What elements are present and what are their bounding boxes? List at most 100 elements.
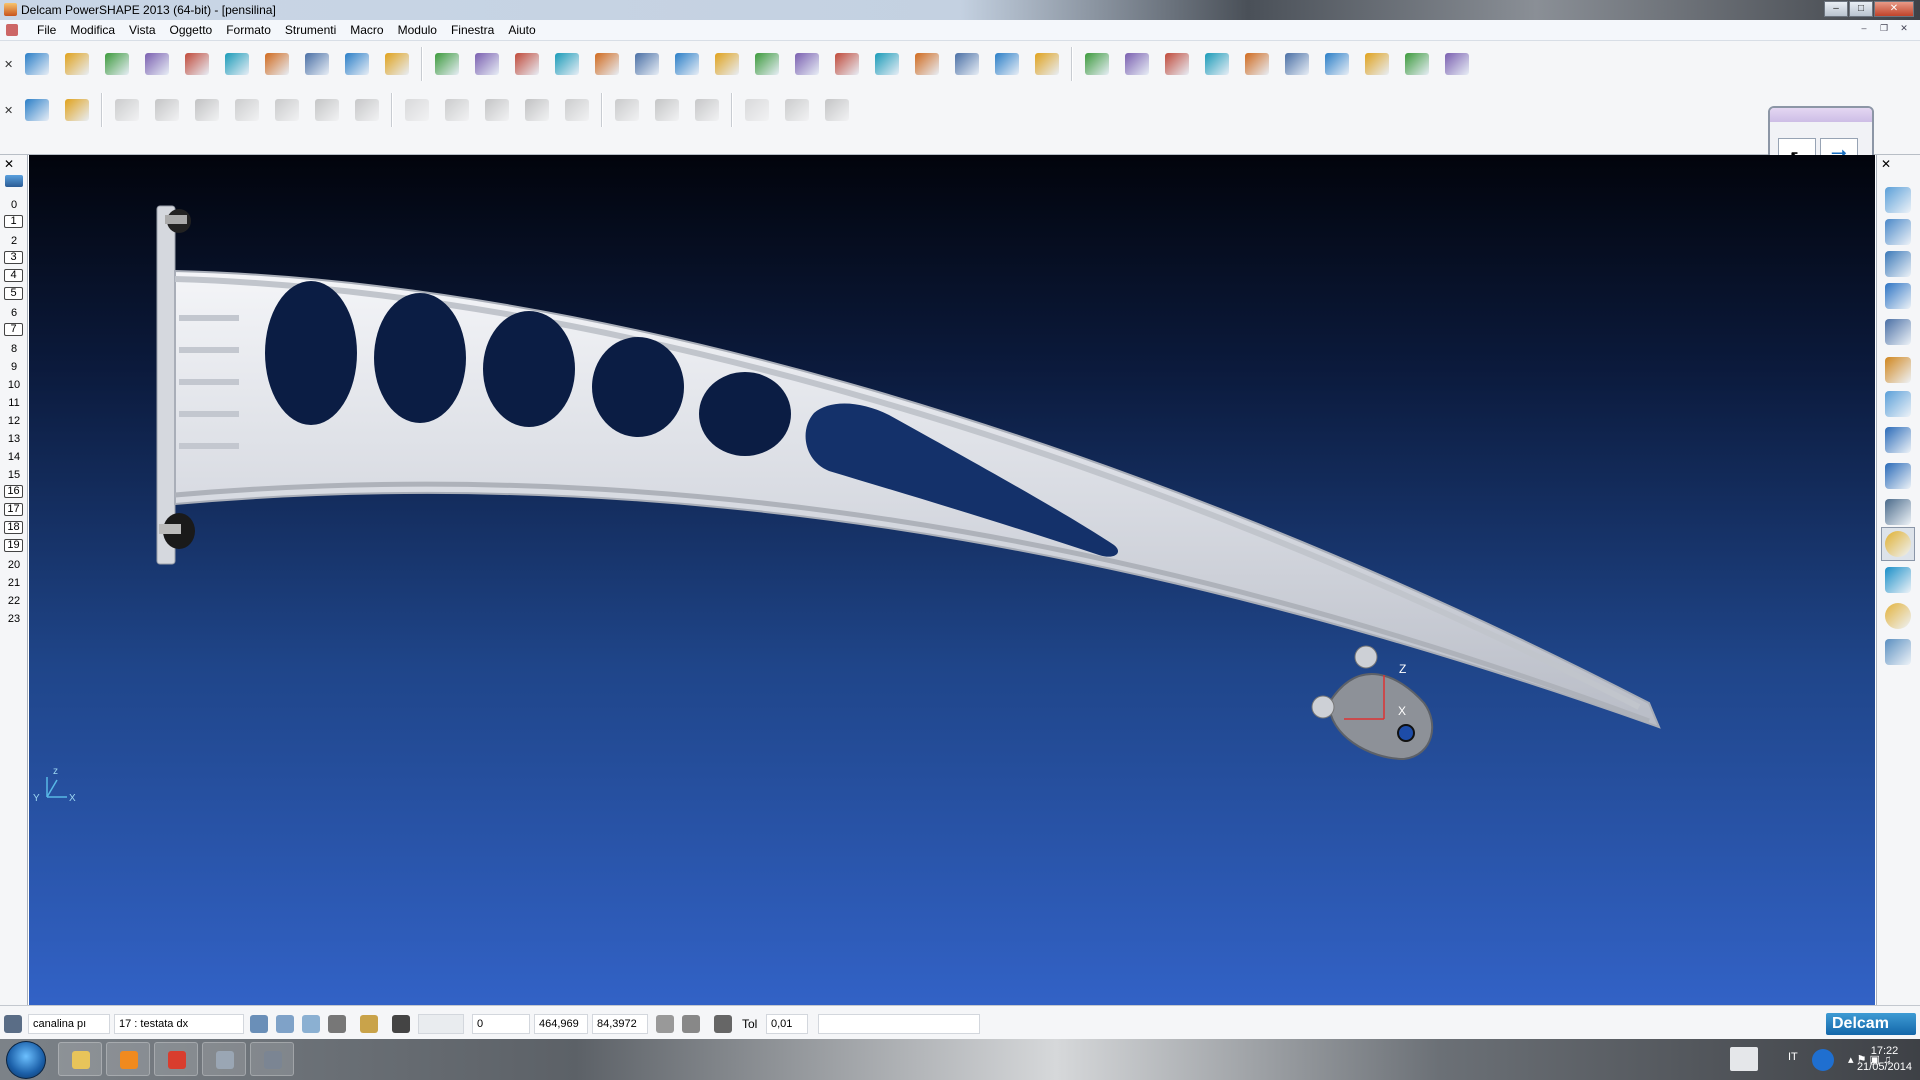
zoom-box-icon[interactable] — [1881, 459, 1915, 493]
value-field[interactable]: 0 — [472, 1014, 530, 1034]
level-6[interactable]: 6 — [3, 305, 25, 321]
cube-view2-icon[interactable] — [276, 1015, 294, 1033]
blocks-icon[interactable] — [1159, 46, 1195, 82]
level-17[interactable]: 17 — [4, 503, 23, 516]
layer3-icon[interactable] — [689, 92, 725, 128]
level-select[interactable]: 17 : testata dx — [114, 1014, 244, 1034]
wireframe-icon[interactable] — [1881, 495, 1915, 529]
taskbar-powershape[interactable] — [202, 1042, 246, 1076]
wand-icon[interactable] — [949, 46, 985, 82]
solid-icon[interactable] — [829, 46, 865, 82]
view-iso3-icon[interactable] — [1881, 247, 1915, 281]
taskbar-powershape2[interactable] — [250, 1042, 294, 1076]
redo-icon[interactable] — [469, 46, 505, 82]
ball-icon[interactable] — [1399, 46, 1435, 82]
start-button[interactable] — [6, 1041, 46, 1079]
selection-panel-title[interactable] — [1770, 108, 1872, 122]
view-rotate-icon[interactable] — [1881, 353, 1915, 387]
document-icon[interactable] — [6, 24, 18, 36]
level-13[interactable]: 13 — [3, 431, 25, 447]
close-button[interactable]: ✕ — [1874, 1, 1914, 17]
view-cube-icon[interactable] — [1881, 279, 1915, 313]
gear2-icon[interactable] — [739, 92, 775, 128]
level-10[interactable]: 10 — [3, 377, 25, 393]
solid-cone-icon[interactable] — [229, 92, 265, 128]
calculator-icon[interactable] — [682, 1015, 700, 1033]
doc-minimize-button[interactable]: – — [1856, 23, 1872, 37]
level-14[interactable]: 14 — [3, 449, 25, 465]
level-9[interactable]: 9 — [3, 359, 25, 375]
solid-square-icon[interactable] — [309, 92, 345, 128]
menu-aiuto[interactable]: Aiuto — [501, 23, 542, 37]
lamp-icon[interactable] — [1881, 635, 1915, 669]
gear-icon[interactable] — [909, 46, 945, 82]
cube-array-icon[interactable] — [1279, 46, 1315, 82]
menu-macro[interactable]: Macro — [343, 23, 390, 37]
level-2[interactable]: 2 — [3, 233, 25, 249]
snap-icon[interactable] — [360, 1015, 378, 1033]
blocks2-icon[interactable] — [779, 92, 815, 128]
pen-icon[interactable] — [1730, 1047, 1758, 1071]
minimize-button[interactable]: – — [1824, 1, 1848, 17]
move-icon[interactable] — [1119, 46, 1155, 82]
axes-icon[interactable] — [589, 46, 625, 82]
level-16[interactable]: 16 — [4, 485, 23, 498]
solid-extrude-icon[interactable] — [149, 92, 185, 128]
sphere-icon[interactable] — [1881, 599, 1915, 633]
solid-feature2-icon[interactable] — [439, 92, 475, 128]
taskbar-media-player[interactable] — [106, 1042, 150, 1076]
paste-icon[interactable] — [299, 46, 335, 82]
view-iso1-icon[interactable] — [1881, 183, 1915, 217]
open-folder-icon[interactable] — [59, 46, 95, 82]
text-icon[interactable] — [749, 46, 785, 82]
app-icon[interactable] — [4, 3, 17, 16]
triangle-icon[interactable] — [1439, 46, 1475, 82]
workplane-select[interactable]: canalina pı — [28, 1014, 110, 1034]
levels-close-icon[interactable]: ✕ — [4, 157, 14, 171]
menu-oggetto[interactable]: Oggetto — [163, 23, 220, 37]
menu-strumenti[interactable]: Strumenti — [278, 23, 343, 37]
level-12[interactable]: 12 — [3, 413, 25, 429]
menu-file[interactable]: File — [30, 23, 63, 37]
level-1[interactable]: 1 — [4, 215, 23, 228]
language-indicator[interactable]: IT — [1788, 1051, 1798, 1063]
toolbar-close-icon[interactable]: ✕ — [4, 104, 13, 117]
solid-shape-icon[interactable] — [269, 92, 305, 128]
level-3[interactable]: 3 — [4, 251, 23, 264]
grid-icon[interactable] — [392, 1015, 410, 1033]
maximize-button[interactable]: □ — [1849, 1, 1873, 17]
command-field[interactable] — [818, 1014, 980, 1034]
arrows-icon[interactable] — [1359, 46, 1395, 82]
curve-icon[interactable] — [709, 46, 745, 82]
delete-icon[interactable] — [379, 46, 415, 82]
circle-icon[interactable] — [669, 46, 705, 82]
layer2-icon[interactable] — [649, 92, 685, 128]
level-15[interactable]: 15 — [3, 467, 25, 483]
level-8[interactable]: 8 — [3, 341, 25, 357]
level-5[interactable]: 5 — [4, 287, 23, 300]
cube-icon[interactable] — [1199, 46, 1235, 82]
tol-field[interactable]: 0,01 — [766, 1014, 808, 1034]
layers-icon[interactable] — [328, 1015, 346, 1033]
level-23[interactable]: 23 — [3, 611, 25, 627]
brush-icon[interactable] — [339, 46, 375, 82]
layer1-icon[interactable] — [609, 92, 645, 128]
surface-icon[interactable] — [789, 46, 825, 82]
taskbar-explorer[interactable] — [58, 1042, 102, 1076]
level-18[interactable]: 18 — [4, 521, 23, 534]
yellow-cube-icon[interactable] — [1239, 46, 1275, 82]
level-7[interactable]: 7 — [4, 323, 23, 336]
menu-finestra[interactable]: Finestra — [444, 23, 501, 37]
blank-field[interactable] — [418, 1014, 464, 1034]
solid-subtract-icon[interactable] — [519, 92, 555, 128]
cut-icon[interactable] — [219, 46, 255, 82]
toolbar-close-icon[interactable]: ✕ — [4, 58, 13, 71]
solid-feature1-icon[interactable] — [399, 92, 435, 128]
help-icon[interactable] — [1812, 1049, 1834, 1071]
print-icon[interactable] — [179, 46, 215, 82]
save-icon[interactable] — [139, 46, 175, 82]
solid-plus-icon[interactable] — [559, 92, 595, 128]
new-file-icon[interactable] — [19, 46, 55, 82]
workplane-align-icon[interactable] — [989, 46, 1025, 82]
menu-modifica[interactable]: Modifica — [63, 23, 122, 37]
